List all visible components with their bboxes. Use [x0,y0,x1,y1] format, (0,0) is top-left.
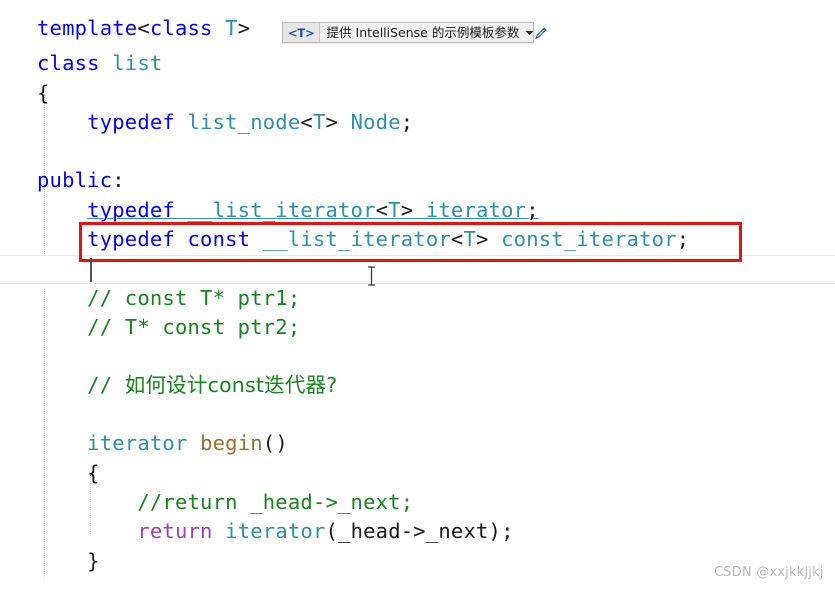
code-token: // const T* ptr1; [37,286,301,310]
code-token: (_head->_next); [325,519,514,543]
code-token: //return _head->_next; [37,490,414,514]
text-caret [90,258,92,282]
code-token: } [37,549,100,573]
code-token: ; [400,110,414,134]
code-token: > [237,16,251,40]
code-token: { [37,461,100,485]
code-token: // T* const ptr2; [37,315,301,339]
code-token: > [476,227,502,251]
code-line[interactable] [0,255,835,284]
code-token: < [375,198,389,222]
code-token: typedef [87,227,175,251]
code-token: > [325,110,351,134]
code-token: typedef [87,198,175,222]
code-token: < [300,110,313,134]
code-token: typedef [87,110,175,134]
code-token: class [37,51,100,75]
code-token: Node [350,110,401,134]
code-token: () [262,431,288,455]
code-token: __list_iterator [187,198,376,222]
code-line[interactable]: //return _head->_next; [0,488,835,517]
pencil-icon[interactable] [534,23,550,42]
code-token: // [37,373,125,397]
code-token: T [225,16,238,40]
code-token: < [450,227,464,251]
code-token: template [37,16,138,40]
i-beam-cursor-icon [366,266,377,286]
code-token: > [400,198,426,222]
code-token: public [37,168,113,192]
hint-bar-text: 提供 IntelliSense 的示例模板参数 [326,25,520,40]
code-line[interactable]: class list [0,49,835,78]
code-token: T [312,110,326,134]
code-token: return [137,519,213,543]
code-line[interactable]: typedef const __list_iterator<T> const_i… [0,225,835,254]
chevron-down-icon[interactable] [525,23,534,42]
code-token: iterator [225,519,326,543]
code-editor-surface[interactable]: template<class T> class list{ typedef lis… [0,0,835,590]
code-token: __list_iterator [262,227,451,251]
code-line[interactable] [0,342,835,371]
code-line[interactable]: typedef list_node<T> Node; [0,108,835,137]
code-token: 如何设计const迭代器? [124,373,338,397]
code-token: T [463,227,477,251]
code-line[interactable]: // const T* ptr1; [0,284,835,313]
code-token: list_node [187,110,301,134]
code-line[interactable] [0,400,835,429]
code-token: : [112,168,125,192]
code-token: ; [526,198,539,222]
code-token: const_iterator [501,227,677,251]
code-token: list [112,51,163,75]
code-line[interactable]: typedef __list_iterator<T> iterator; [0,196,835,225]
code-line[interactable]: { [0,459,835,488]
code-token: begin [200,431,263,455]
code-line[interactable]: { [0,79,835,108]
code-line[interactable] [0,137,835,166]
code-token: { [37,81,50,105]
code-token: iterator [87,431,188,455]
code-token: T [388,198,401,222]
code-line[interactable]: // T* const ptr2; [0,313,835,342]
intellisense-template-parameter-hint[interactable]: <T> 提供 IntelliSense 的示例模板参数 [282,22,548,43]
code-line[interactable]: iterator begin() [0,429,835,458]
template-param-chip: <T> [283,23,320,42]
code-line[interactable]: } [0,547,835,576]
code-token: const [187,227,251,251]
code-token: class [149,16,213,40]
csdn-watermark: CSDN @xxjkkjjkj [714,565,824,580]
code-line[interactable]: return iterator(_head->_next); [0,517,835,546]
code-token: iterator [425,198,527,222]
code-line[interactable]: public: [0,166,835,195]
code-token: < [137,16,150,40]
code-token: ; [676,227,690,251]
code-line[interactable]: // 如何设计const迭代器? [0,371,835,400]
